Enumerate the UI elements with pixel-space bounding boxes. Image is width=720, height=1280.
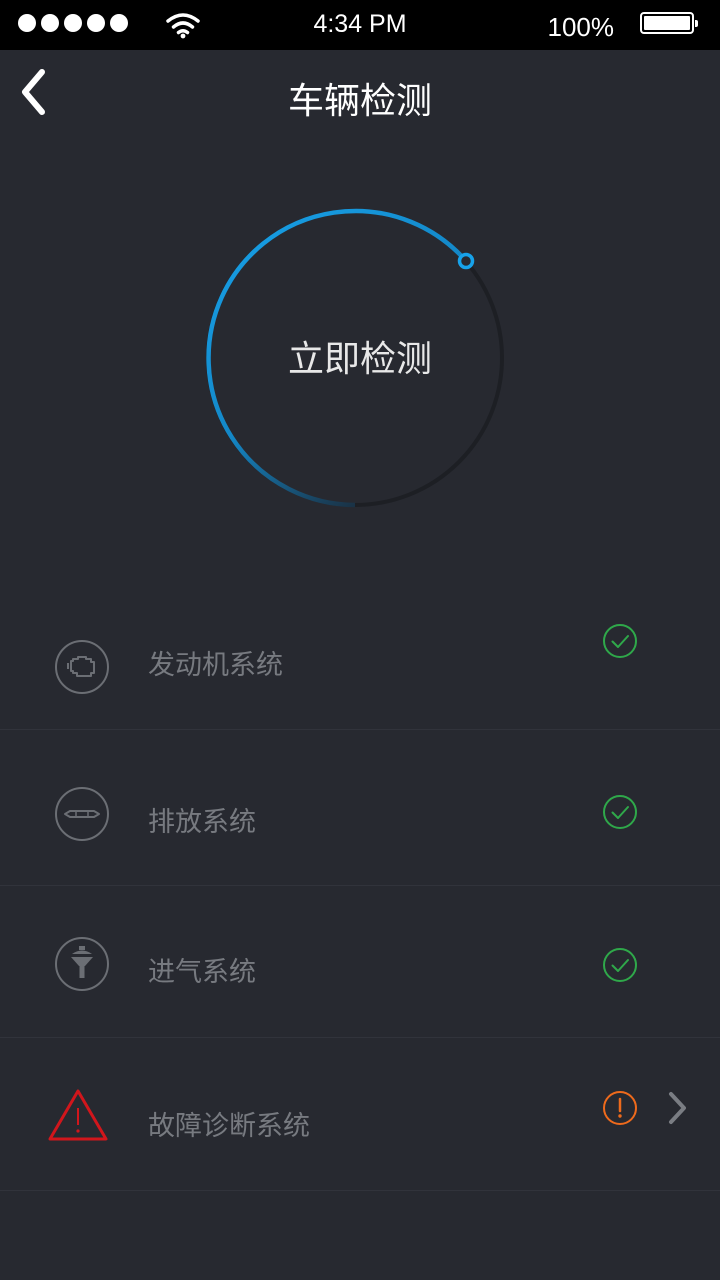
list-item-air-intake-system[interactable]: 进气系统: [0, 886, 720, 1038]
check-circle-icon: [603, 948, 637, 982]
exhaust-icon: [55, 787, 109, 841]
air-intake-icon: [55, 937, 109, 991]
list-item-label: 进气系统: [148, 957, 256, 988]
check-circle-icon: [603, 624, 637, 658]
ring-progress-knob: [457, 252, 475, 270]
list-item-label: 排放系统: [148, 807, 256, 838]
list-item-label: 故障诊断系统: [148, 1111, 310, 1142]
engine-icon: [55, 640, 109, 694]
battery-icon: [640, 12, 698, 34]
list-item-engine-system[interactable]: 发动机系统: [0, 577, 720, 730]
warning-triangle-icon: [48, 1089, 108, 1141]
check-circle-icon: [603, 795, 637, 829]
exclamation-circle-icon: [603, 1091, 637, 1125]
list-item-label: 发动机系统: [148, 650, 283, 681]
chevron-right-icon[interactable]: [666, 1089, 690, 1127]
battery-percent: 100%: [547, 12, 615, 42]
detect-now-label[interactable]: 立即检测: [200, 330, 520, 382]
list-item-fault-diagnosis-system[interactable]: 故障诊断系统: [0, 1038, 720, 1191]
nav-bar: 车辆检测: [0, 50, 720, 140]
page-title: 车辆检测: [287, 81, 432, 122]
system-list: 发动机系统 排放系统 进气系统 故障诊断系统: [0, 577, 720, 1191]
list-item-exhaust-system[interactable]: 排放系统: [0, 730, 720, 886]
status-bar: 4:34 PM 100%: [0, 0, 720, 50]
